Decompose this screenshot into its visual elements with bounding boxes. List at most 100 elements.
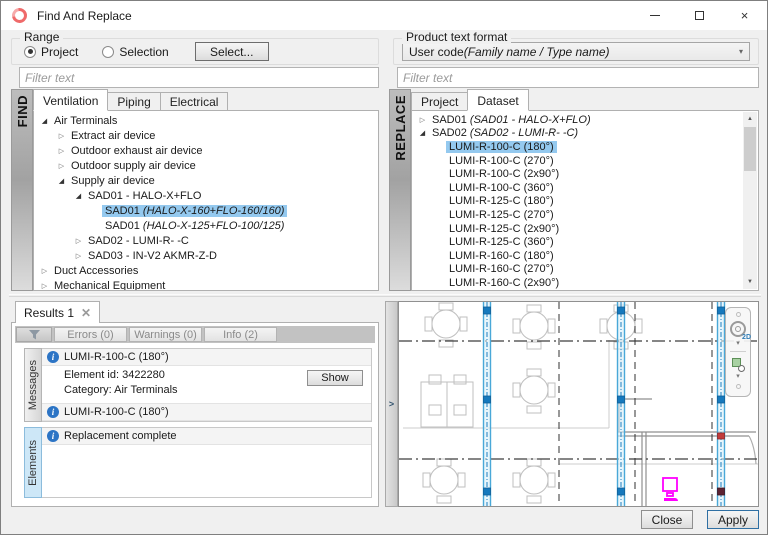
tree-item-label: Duct Accessories xyxy=(51,265,141,277)
tree-item[interactable]: LUMI-R-125-C (270°) xyxy=(412,208,743,222)
tree-item[interactable]: SAD01 (HALO-X-160+FLO-160/160) xyxy=(34,203,378,218)
results-tab[interactable]: Results 1 ✕ xyxy=(15,301,100,323)
zoom-tool-icon[interactable] xyxy=(732,358,744,370)
message-item: i Replacement complete xyxy=(42,428,371,445)
magnifier-icon xyxy=(738,365,745,372)
tab-electrical[interactable]: Electrical xyxy=(160,92,229,111)
tree-item[interactable]: SAD02 - LUMI-R- -C xyxy=(34,233,378,248)
tree-item[interactable]: Duct Accessories xyxy=(34,263,378,278)
window-title: Find And Replace xyxy=(37,9,132,23)
tree-expander-icon[interactable] xyxy=(416,129,429,137)
zoom-menu-arrow-icon[interactable]: ▾ xyxy=(736,374,740,380)
replace-filter-input[interactable] xyxy=(397,67,759,88)
navbar-divider xyxy=(730,351,746,352)
tree-item[interactable]: SAD02 (SAD02 - LUMI-R- -C) xyxy=(412,127,743,141)
selection-radio-label[interactable]: Selection xyxy=(119,45,168,59)
tree-expander-icon[interactable] xyxy=(416,116,429,124)
tree-item[interactable]: LUMI-R-125-C (360°) xyxy=(412,235,743,249)
select-button[interactable]: Select... xyxy=(195,42,269,61)
tab-elements[interactable]: Elements xyxy=(24,427,42,498)
tree-item-label: LUMI-R-100-C (2x90°) xyxy=(446,168,562,180)
message-title-row[interactable]: i LUMI-R-100-C (180°) xyxy=(42,403,371,421)
tree-item[interactable]: LUMI-R-160-C (2x90°) xyxy=(412,276,743,290)
tab-ventilation[interactable]: Ventilation xyxy=(33,89,108,111)
tree-expander-icon[interactable] xyxy=(38,267,51,275)
horizontal-splitter[interactable] xyxy=(9,294,761,297)
tree-item-label: SAD01 (SAD01 - HALO-X+FLO) xyxy=(429,114,594,126)
tree-item[interactable]: LUMI-R-160-C (180°) xyxy=(412,249,743,263)
wheel-menu-arrow-icon[interactable]: ▾ xyxy=(736,341,740,347)
tree-item[interactable]: Air Terminals xyxy=(34,113,378,128)
tree-item[interactable]: LUMI-R-160-C (270°) xyxy=(412,263,743,277)
info-filter-button[interactable]: Info (2) xyxy=(204,327,277,342)
funnel-icon xyxy=(29,330,40,340)
message-title: Replacement complete xyxy=(64,430,177,442)
tree-item[interactable]: LUMI-R-100-C (180°) xyxy=(412,140,743,154)
project-radio-label[interactable]: Project xyxy=(41,45,78,59)
message-title-row[interactable]: i Replacement complete xyxy=(42,428,371,445)
tree-expander-icon[interactable] xyxy=(38,282,51,290)
tree-item[interactable]: LUMI-R-125-C (180°) xyxy=(412,195,743,209)
tree-item[interactable]: SAD03 - IN-V2 AKMR-Z-D xyxy=(34,248,378,263)
close-window-button[interactable]: × xyxy=(722,1,767,30)
tree-expander-icon[interactable] xyxy=(72,237,85,245)
project-radio[interactable] xyxy=(24,46,36,58)
tree-expander-icon[interactable] xyxy=(38,117,51,125)
minimize-button[interactable] xyxy=(632,1,677,30)
magicad-app-icon xyxy=(9,5,30,26)
tree-item[interactable]: LUMI-R-125-C (2x90°) xyxy=(412,222,743,236)
tree-item-label: SAD01 (HALO-X-125+FLO-100/125) xyxy=(102,220,287,232)
warnings-filter-button[interactable]: Warnings (0) xyxy=(129,327,202,342)
apply-button[interactable]: Apply xyxy=(707,510,759,529)
tree-item[interactable]: Extract air device xyxy=(34,128,378,143)
tree-item[interactable]: SAD01 - HALO-X+FLO xyxy=(34,188,378,203)
messages-group: Messages i LUMI-R-100-C (180°) Element i… xyxy=(24,348,372,422)
tree-expander-icon[interactable] xyxy=(55,162,68,170)
selection-radio[interactable] xyxy=(102,46,114,58)
find-filter-input[interactable] xyxy=(19,67,379,88)
message-title-row[interactable]: i LUMI-R-100-C (180°) xyxy=(42,349,371,366)
tab-messages[interactable]: Messages xyxy=(24,348,42,422)
filter-funnel-button[interactable] xyxy=(16,327,52,342)
results-tab-close-icon[interactable]: ✕ xyxy=(81,307,91,319)
preview-splitter[interactable]: > xyxy=(385,301,398,507)
tree-item[interactable]: LUMI-R-100-C (270°) xyxy=(412,154,743,168)
message-item: i LUMI-R-100-C (180°) Element id: 342228… xyxy=(42,349,371,403)
results-panel: Errors (0) Warnings (0) Info (2) Message… xyxy=(11,322,379,507)
tree-item[interactable]: Mechanical Equipment xyxy=(34,278,378,291)
tree-item[interactable]: Outdoor supply air device xyxy=(34,158,378,173)
steering-wheel-icon[interactable]: 2D xyxy=(730,321,746,337)
tree-item-label: LUMI-R-125-C (2x90°) xyxy=(446,223,562,235)
tab-piping[interactable]: Piping xyxy=(107,92,160,111)
find-tabs: Ventilation Piping Electrical xyxy=(33,89,227,111)
range-group-label: Range xyxy=(20,30,63,44)
tree-item[interactable]: LUMI-R-100-C (360°) xyxy=(412,181,743,195)
errors-filter-button[interactable]: Errors (0) xyxy=(54,327,127,342)
tree-item[interactable]: LUMI-R-100-C (2x90°) xyxy=(412,167,743,181)
scrollbar-thumb[interactable] xyxy=(744,127,756,171)
tab-dataset[interactable]: Dataset xyxy=(467,89,528,111)
tree-expander-icon[interactable] xyxy=(55,147,68,155)
view-navigation-bar[interactable]: 2D ▾ ▾ xyxy=(725,307,751,397)
tree-item[interactable]: SAD01 (HALO-X-125+FLO-100/125) xyxy=(34,218,378,233)
tree-expander-icon[interactable] xyxy=(72,252,85,260)
show-button[interactable]: Show xyxy=(307,370,363,386)
tab-project[interactable]: Project xyxy=(411,92,468,111)
tree-item-label: Mechanical Equipment xyxy=(51,280,168,292)
tree-expander-icon[interactable] xyxy=(55,132,68,140)
close-button[interactable]: Close xyxy=(641,510,693,529)
tree-expander-icon[interactable] xyxy=(55,177,68,185)
message-item: i LUMI-R-100-C (180°) xyxy=(42,403,371,421)
tree-item[interactable]: SAD01 (SAD01 - HALO-X+FLO) xyxy=(412,113,743,127)
floor-plan-preview[interactable]: 2D ▾ ▾ xyxy=(398,301,759,507)
tree-item-label: LUMI-R-160-C (2x90°) xyxy=(446,277,562,289)
product-text-format-dropdown[interactable]: User code (Family name / Type name) ▾ xyxy=(402,42,750,61)
tree-item[interactable]: Supply air device xyxy=(34,173,378,188)
tree-item[interactable]: Outdoor exhaust air device xyxy=(34,143,378,158)
tree-scrollbar[interactable]: ▲ ▼ xyxy=(743,112,757,289)
scroll-up-button[interactable]: ▲ xyxy=(743,112,757,126)
scroll-down-button[interactable]: ▼ xyxy=(743,275,757,289)
tree-expander-icon[interactable] xyxy=(72,192,85,200)
maximize-button[interactable] xyxy=(677,1,722,30)
tree-item-label: LUMI-R-100-C (360°) xyxy=(446,182,557,194)
